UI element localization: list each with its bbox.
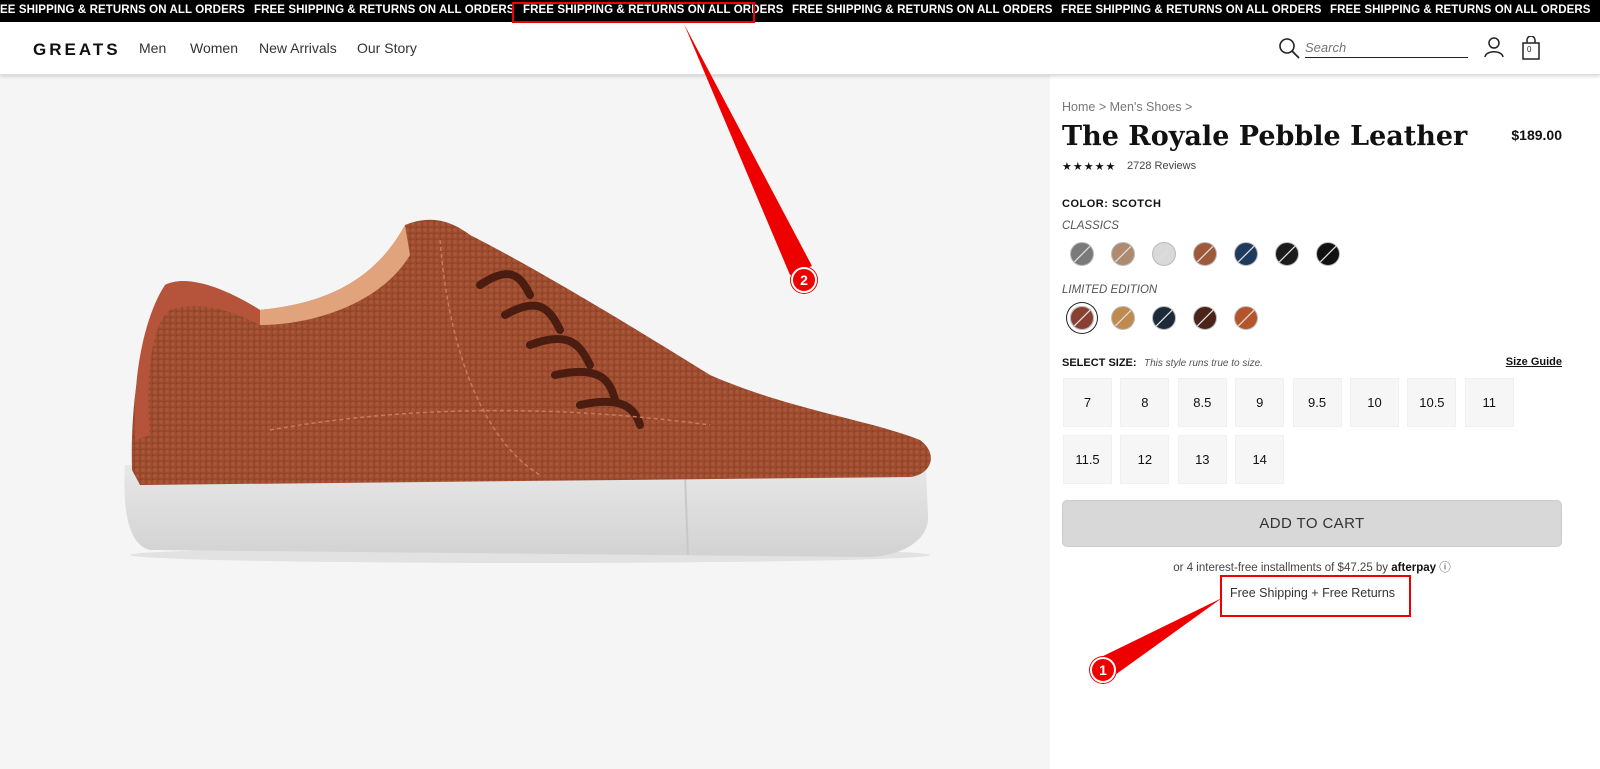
size-option[interactable]: 7 [1063,378,1112,427]
nav-men[interactable]: Men [139,40,166,56]
color-swatch[interactable] [1152,242,1176,266]
product-price: $189.00 [1511,127,1562,143]
size-option[interactable]: 13 [1177,435,1227,484]
installments-text: or 4 interest-free installments of $47.2… [1173,562,1389,574]
size-option[interactable]: 10.5 [1407,378,1457,427]
size-option[interactable]: 11.5 [1063,435,1112,484]
breadcrumb-mens-shoes[interactable]: Men's Shoes [1110,100,1182,114]
promo-text: EE SHIPPING & RETURNS ON ALL ORDERS [0,4,246,16]
promo-text: FREE SHIPPING & RETURNS ON ALL ORDERS [792,4,1053,16]
size-guide-link[interactable]: Size Guide [1506,356,1562,368]
account-icon[interactable] [1483,36,1505,58]
size-option[interactable]: 12 [1120,435,1170,484]
color-swatch[interactable] [1316,242,1340,266]
size-option[interactable]: 9.5 [1292,378,1342,427]
promo-text: FREE SHIPPING & RETURNS ON ALL ORDERS [254,4,515,16]
color-swatch[interactable] [1234,306,1258,330]
color-swatch[interactable] [1111,306,1135,330]
logo[interactable]: GREATS [33,40,121,60]
size-option[interactable]: 9 [1235,378,1285,427]
annotation-box-1 [1220,575,1411,617]
size-option[interactable]: 8 [1120,378,1170,427]
nav-new-arrivals[interactable]: New Arrivals [259,40,337,56]
site-header: GREATS Men Women New Arrivals Our Story … [0,22,1600,75]
color-swatch[interactable] [1193,306,1217,330]
afterpay-info-icon[interactable]: ⓘ [1439,562,1451,574]
color-swatch[interactable] [1152,306,1176,330]
star-rating: ★★★★★ [1062,161,1117,173]
annotation-box-2 [512,2,755,23]
size-label: SELECT SIZE: [1062,357,1137,369]
limited-edition-label: LIMITED EDITION [1062,284,1158,296]
search-input[interactable] [1305,38,1468,58]
size-note: This style runs true to size. [1144,358,1263,369]
add-to-cart-button[interactable]: ADD TO CART [1062,500,1562,547]
color-swatch[interactable] [1275,242,1299,266]
promo-text: FREE SHIPPING & RETURNS ON ALL ORDERS [1330,4,1591,16]
color-swatch[interactable] [1070,306,1094,330]
nav-our-story[interactable]: Our Story [357,40,417,56]
breadcrumb-separator: > [1098,100,1107,114]
annotation-badge-2: 2 [791,267,817,293]
search-icon[interactable] [1278,37,1300,59]
breadcrumb: Home > Men's Shoes > [1062,100,1192,114]
installments-note: or 4 interest-free installments of $47.2… [1062,559,1562,575]
nav-women[interactable]: Women [190,40,238,56]
promo-bar: EE SHIPPING & RETURNS ON ALL ORDERS FREE… [0,0,1600,22]
color-swatch[interactable] [1070,242,1094,266]
product-image-panel [0,75,1050,769]
size-option[interactable]: 11 [1464,378,1514,427]
product-title: The Royale Pebble Leather [1062,121,1468,152]
reviews-link[interactable]: 2728 Reviews [1127,160,1196,172]
product-image[interactable] [110,215,940,575]
cart-count: 0 [1527,45,1532,54]
breadcrumb-home[interactable]: Home [1062,100,1095,114]
color-swatch[interactable] [1193,242,1217,266]
color-swatch[interactable] [1111,242,1135,266]
afterpay-logo: afterpay [1391,562,1437,574]
breadcrumb-separator: > [1184,100,1193,114]
annotation-badge-1: 1 [1090,657,1116,683]
color-swatch[interactable] [1234,242,1258,266]
size-option[interactable]: 8.5 [1177,378,1227,427]
promo-text: FREE SHIPPING & RETURNS ON ALL ORDERS [1061,4,1322,16]
size-option[interactable]: 10 [1350,378,1399,427]
classics-label: CLASSICS [1062,220,1119,232]
size-option[interactable]: 14 [1235,435,1285,484]
color-label: COLOR: SCOTCH [1062,198,1162,210]
